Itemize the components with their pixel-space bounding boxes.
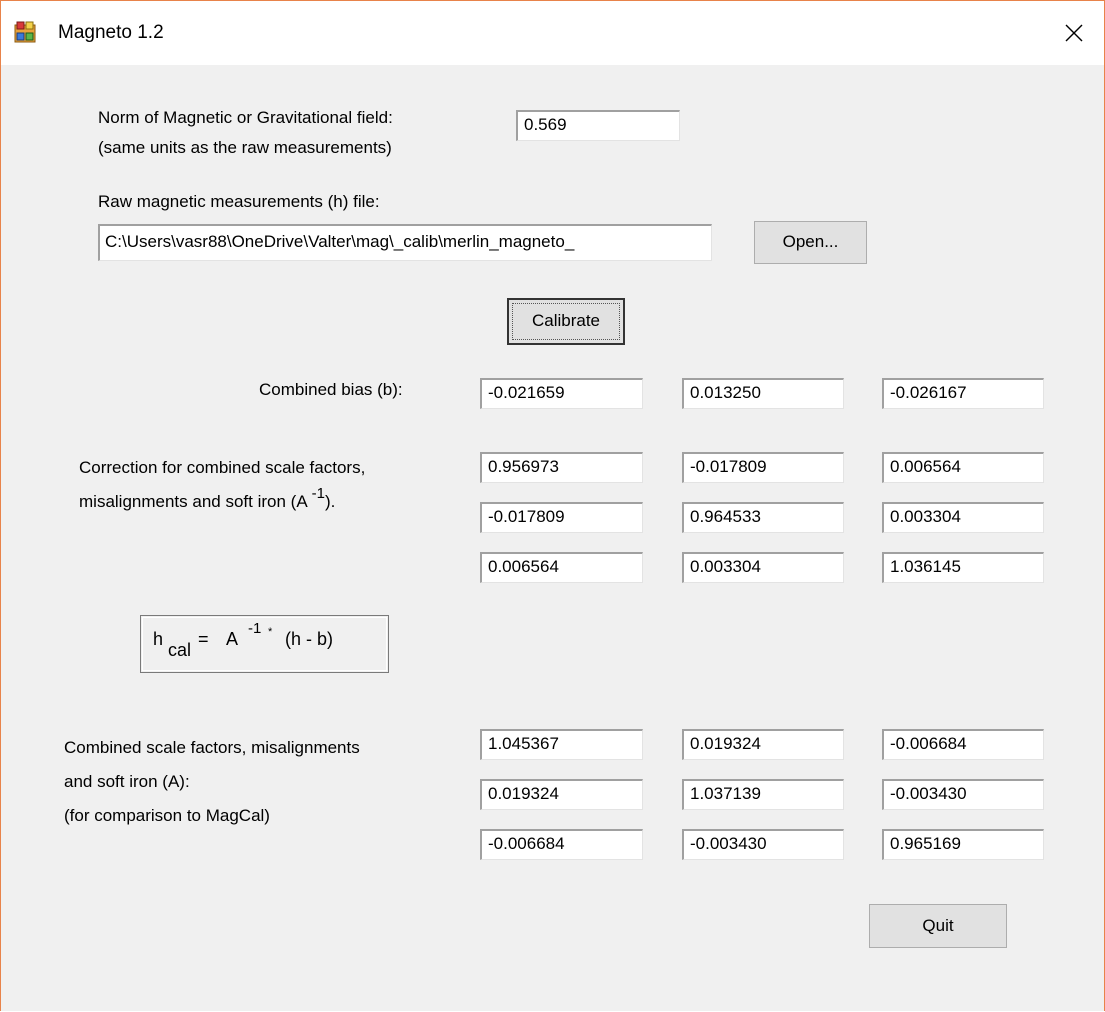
close-icon (1065, 24, 1083, 42)
norm-input[interactable]: 0.569 (516, 110, 680, 141)
title-bar[interactable]: Magneto 1.2 (1, 1, 1104, 65)
raw-file-path-input[interactable]: C:\Users\vasr88\OneDrive\Valter\mag\_cal… (98, 224, 712, 261)
focus-ring (512, 303, 620, 340)
inv-a-cell[interactable]: 0.003304 (682, 552, 844, 583)
a-matrix-cell[interactable]: -0.006684 (882, 729, 1044, 760)
correction-label-sup: -1 (311, 485, 325, 502)
inv-a-cell[interactable]: -0.017809 (480, 502, 643, 533)
correction-label-prefix: misalignments and soft iron (A (79, 492, 308, 511)
correction-label-line1: Correction for combined scale factors, (79, 458, 366, 477)
window-title: Magneto 1.2 (58, 22, 164, 43)
quit-button[interactable]: Quit (869, 904, 1007, 948)
bias-x-field[interactable]: -0.021659 (480, 378, 643, 409)
inv-a-cell[interactable]: 0.006564 (480, 552, 643, 583)
a-matrix-cell[interactable]: -0.003430 (682, 829, 844, 860)
formula-rest: (h - b) (285, 629, 334, 649)
calibrate-button[interactable]: Calibrate (507, 298, 625, 345)
bias-z-field[interactable]: -0.026167 (882, 378, 1044, 409)
a-matrix-cell[interactable]: 1.045367 (480, 729, 643, 760)
a-matrix-cell[interactable]: -0.006684 (480, 829, 643, 860)
a-matrix-cell[interactable]: -0.003430 (882, 779, 1044, 810)
app-icon (14, 21, 36, 43)
scale-label-line3: (for comparison to MagCal) (64, 806, 270, 825)
bias-label: Combined bias (b): (259, 380, 403, 399)
inv-a-cell[interactable]: 0.956973 (480, 452, 643, 483)
a-matrix-cell[interactable]: 1.037139 (682, 779, 844, 810)
correction-label-line2: misalignments and soft iron (A -1). (79, 485, 336, 517)
formula-h: h (153, 629, 164, 649)
norm-label-line2: (same units as the raw measurements) (98, 138, 392, 157)
a-matrix-cell[interactable]: 0.019324 (480, 779, 643, 810)
inv-a-cell[interactable]: 0.003304 (882, 502, 1044, 533)
inv-a-cell[interactable]: -0.017809 (682, 452, 844, 483)
formula-sup: -1 (248, 620, 262, 637)
formula-box: h cal = A -1 * (h - b) (140, 615, 389, 673)
correction-label-suffix: ). (325, 492, 336, 511)
formula-eq: = (198, 629, 209, 649)
formula-cal: cal (168, 640, 192, 660)
close-button[interactable] (1044, 1, 1104, 65)
inv-a-cell[interactable]: 0.006564 (882, 452, 1044, 483)
a-matrix-cell[interactable]: 0.965169 (882, 829, 1044, 860)
a-matrix-cell[interactable]: 0.019324 (682, 729, 844, 760)
open-button[interactable]: Open... (754, 221, 867, 264)
scale-label-line2: and soft iron (A): (64, 772, 190, 791)
formula-dot: * (268, 626, 273, 638)
formula-a: A (226, 629, 239, 649)
scale-label-line1: Combined scale factors, misalignments (64, 738, 360, 757)
raw-file-label: Raw magnetic measurements (h) file: (98, 192, 380, 211)
inv-a-cell[interactable]: 0.964533 (682, 502, 844, 533)
app-window: Magneto 1.2 Norm of Magnetic or Gravitat… (0, 0, 1105, 1011)
bias-y-field[interactable]: 0.013250 (682, 378, 844, 409)
norm-label-line1: Norm of Magnetic or Gravitational field: (98, 108, 393, 127)
inv-a-cell[interactable]: 1.036145 (882, 552, 1044, 583)
